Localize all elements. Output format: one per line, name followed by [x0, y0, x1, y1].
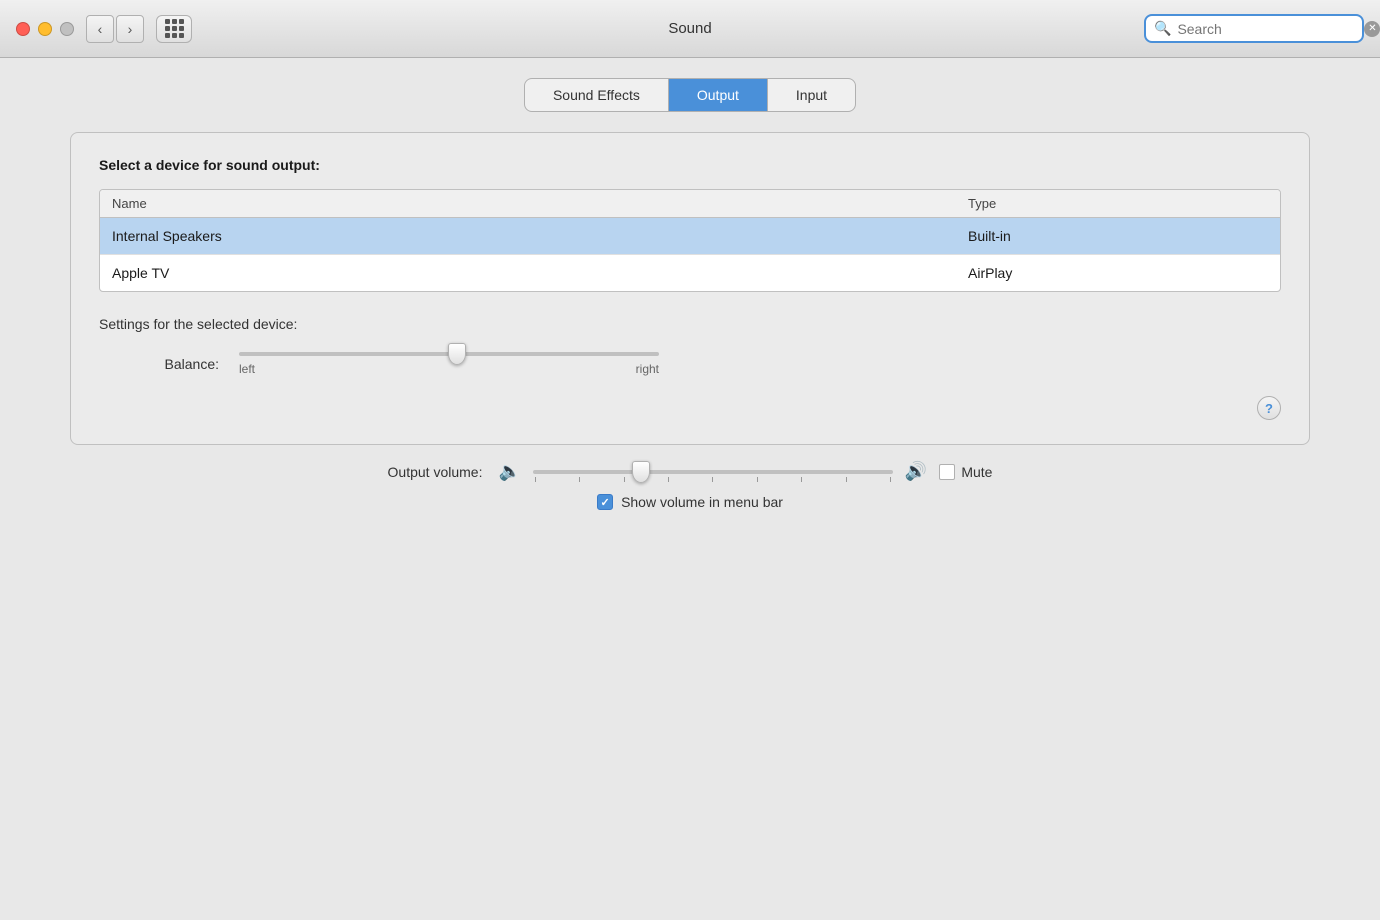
help-button[interactable]: ? [1257, 396, 1281, 420]
balance-slider-thumb[interactable] [448, 343, 466, 365]
device-name: Internal Speakers [112, 228, 968, 244]
device-name: Apple TV [112, 265, 968, 281]
table-header: Name Type [100, 190, 1280, 218]
forward-button[interactable]: › [116, 15, 144, 43]
mute-checkbox-row: Mute [939, 464, 992, 480]
close-button[interactable] [16, 22, 30, 36]
table-row[interactable]: Apple TV AirPlay [100, 255, 1280, 291]
search-icon: 🔍 [1154, 20, 1171, 37]
help-row: ? [99, 396, 1281, 420]
search-box: 🔍 ✕ [1144, 14, 1364, 43]
traffic-lights [16, 22, 74, 36]
col-name-header: Name [112, 196, 968, 211]
back-button[interactable]: ‹ [86, 15, 114, 43]
tab-sound-effects[interactable]: Sound Effects [525, 79, 669, 111]
device-type: AirPlay [968, 265, 1268, 281]
window-title: Sound [668, 20, 711, 37]
mute-label: Mute [961, 464, 992, 480]
nav-buttons: ‹ › [86, 15, 144, 43]
balance-slider-container: left right [239, 352, 659, 376]
volume-low-icon: 🔈 [498, 461, 520, 482]
volume-tick-marks [533, 477, 893, 482]
settings-title: Settings for the selected device: [99, 316, 1281, 332]
balance-slider-track[interactable] [239, 352, 659, 356]
bottom-controls: Output volume: 🔈 🔊 Mut [70, 461, 1310, 510]
balance-label: Balance: [139, 356, 219, 372]
titlebar: ‹ › Sound 🔍 ✕ [0, 0, 1380, 58]
balance-slider-labels: left right [239, 362, 659, 376]
balance-row: Balance: left right [139, 352, 1281, 376]
grid-view-button[interactable] [156, 15, 192, 43]
col-type-header: Type [968, 196, 1268, 211]
volume-slider-track[interactable] [533, 470, 893, 474]
settings-section: Settings for the selected device: Balanc… [99, 316, 1281, 376]
section-title: Select a device for sound output: [99, 157, 1281, 173]
search-clear-button[interactable]: ✕ [1364, 21, 1380, 37]
volume-label: Output volume: [388, 464, 483, 480]
table-row[interactable]: Internal Speakers Built-in [100, 218, 1280, 255]
search-input[interactable] [1177, 21, 1358, 37]
minimize-button[interactable] [38, 22, 52, 36]
tab-output[interactable]: Output [669, 79, 768, 111]
show-volume-label: Show volume in menu bar [621, 494, 783, 510]
balance-left-label: left [239, 362, 255, 376]
device-table: Name Type Internal Speakers Built-in App… [99, 189, 1281, 292]
balance-right-label: right [636, 362, 659, 376]
tab-bar: Sound Effects Output Input [524, 78, 856, 112]
volume-row: Output volume: 🔈 🔊 Mut [388, 461, 993, 482]
grid-icon [165, 19, 184, 38]
show-volume-row: Show volume in menu bar [597, 494, 783, 510]
mute-checkbox[interactable] [939, 464, 955, 480]
tab-input[interactable]: Input [768, 79, 855, 111]
volume-high-icon: 🔊 [905, 461, 927, 482]
maximize-button[interactable] [60, 22, 74, 36]
device-type: Built-in [968, 228, 1268, 244]
output-panel: Select a device for sound output: Name T… [70, 132, 1310, 445]
main-content: Sound Effects Output Input Select a devi… [0, 58, 1380, 920]
show-volume-checkbox[interactable] [597, 494, 613, 510]
